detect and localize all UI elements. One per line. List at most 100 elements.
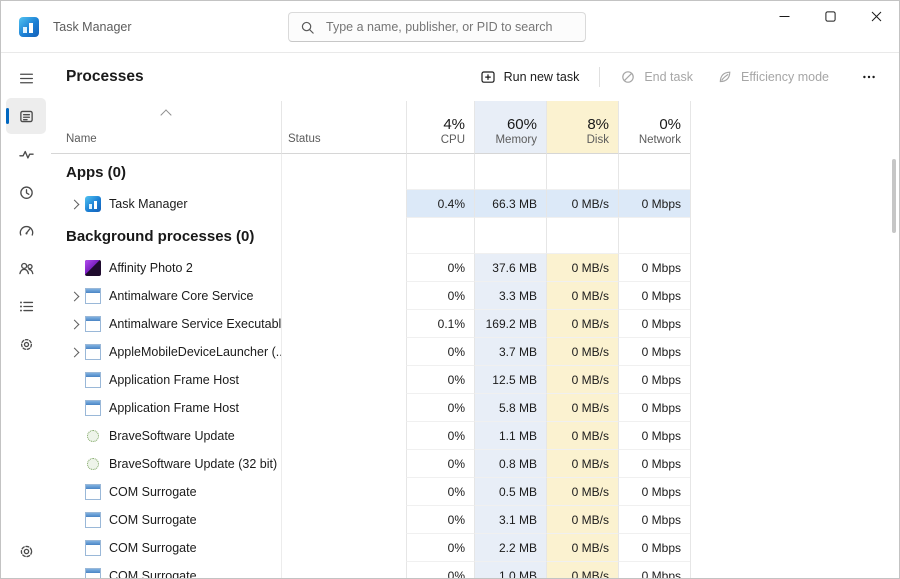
filler-cell	[690, 422, 899, 450]
network-cell	[618, 218, 690, 254]
memory-value: 66.3 MB	[474, 190, 546, 218]
filler-cell	[690, 338, 899, 366]
sidebar-item-users[interactable]	[6, 250, 46, 286]
status-cell	[281, 310, 406, 338]
header-filler	[690, 101, 899, 154]
disk-value: 0 MB/s	[546, 366, 618, 394]
settings-icon	[18, 543, 35, 560]
expand-chevron-icon[interactable]	[69, 199, 79, 209]
services-icon	[18, 336, 35, 353]
column-header-cpu[interactable]: 4% CPU	[406, 101, 474, 154]
search-input[interactable]	[324, 19, 574, 35]
filler-cell	[690, 534, 899, 562]
cpu-value: 0%	[406, 282, 474, 310]
process-row[interactable]: AppleMobileDeviceLauncher (...0%3.7 MB0 …	[51, 338, 899, 366]
process-row[interactable]: COM Surrogate0%2.2 MB0 MB/s0 Mbps	[51, 534, 899, 562]
process-name-cell: AppleMobileDeviceLauncher (...	[51, 338, 281, 366]
sidebar-item-performance[interactable]	[6, 136, 46, 172]
column-status-label: Status	[288, 133, 321, 145]
network-cell	[618, 154, 690, 190]
memory-value: 169.2 MB	[474, 310, 546, 338]
expand-slot	[63, 201, 85, 208]
group-header-row[interactable]: Background processes (0)	[51, 218, 899, 254]
search-icon	[300, 20, 315, 35]
process-row[interactable]: COM Surrogate0%1.0 MB0 MB/s0 Mbps	[51, 562, 899, 578]
users-icon	[18, 260, 35, 277]
process-row[interactable]: Antimalware Core Service0%3.3 MB0 MB/s0 …	[51, 282, 899, 310]
titlebar: Task Manager	[1, 1, 899, 53]
process-row[interactable]: BraveSoftware Update (32 bit)0%0.8 MB0 M…	[51, 450, 899, 478]
process-name-cell: COM Surrogate	[51, 506, 281, 534]
main-content: Processes Run new task End task	[51, 53, 899, 577]
process-row[interactable]: COM Surrogate0%3.1 MB0 MB/s0 Mbps	[51, 506, 899, 534]
process-name: COM Surrogate	[109, 485, 197, 499]
disk-value: 0 MB/s	[546, 394, 618, 422]
search-box[interactable]	[288, 12, 586, 42]
process-name: COM Surrogate	[109, 569, 197, 578]
cpu-value: 0%	[406, 254, 474, 282]
sidebar-item-app-history[interactable]	[6, 174, 46, 210]
app-history-icon	[18, 184, 35, 201]
page-title: Processes	[66, 68, 144, 86]
filler-cell	[690, 450, 899, 478]
process-row[interactable]: Application Frame Host0%12.5 MB0 MB/s0 M…	[51, 366, 899, 394]
process-name-cell: Application Frame Host	[51, 394, 281, 422]
efficiency-mode-button[interactable]: Efficiency mode	[707, 63, 839, 91]
column-header-status[interactable]: Status	[281, 101, 406, 154]
status-cell	[281, 218, 406, 254]
process-row[interactable]: Antimalware Service Executable0.1%169.2 …	[51, 310, 899, 338]
process-name: COM Surrogate	[109, 513, 197, 527]
generic-app-icon	[85, 484, 101, 500]
process-name-cell: Application Frame Host	[51, 366, 281, 394]
memory-value: 0.8 MB	[474, 450, 546, 478]
cpu-value: 0%	[406, 450, 474, 478]
memory-value: 2.2 MB	[474, 534, 546, 562]
sidebar-item-processes[interactable]	[6, 98, 46, 134]
end-task-label: End task	[644, 70, 693, 84]
sidebar-item-services[interactable]	[6, 326, 46, 362]
sidebar-item-settings[interactable]	[6, 533, 46, 569]
memory-total-stat: 60%	[507, 116, 537, 133]
status-cell	[281, 534, 406, 562]
expand-chevron-icon[interactable]	[69, 319, 79, 329]
disk-cell	[546, 218, 618, 254]
process-row[interactable]: BraveSoftware Update0%1.1 MB0 MB/s0 Mbps	[51, 422, 899, 450]
column-header-network[interactable]: 0% Network	[618, 101, 690, 154]
network-value: 0 Mbps	[618, 450, 690, 478]
filler-cell	[690, 506, 899, 534]
column-disk-label: Disk	[587, 134, 609, 146]
process-name: Antimalware Service Executable	[109, 317, 281, 331]
sidebar-item-details[interactable]	[6, 288, 46, 324]
memory-value: 12.5 MB	[474, 366, 546, 394]
memory-value: 1.1 MB	[474, 422, 546, 450]
column-header-disk[interactable]: 8% Disk	[546, 101, 618, 154]
minimize-button[interactable]	[761, 1, 807, 31]
run-new-task-button[interactable]: Run new task	[470, 63, 590, 91]
column-header-name[interactable]: Name	[51, 101, 281, 154]
process-name-cell: COM Surrogate	[51, 534, 281, 562]
disk-value: 0 MB/s	[546, 338, 618, 366]
column-header-memory[interactable]: 60% Memory	[474, 101, 546, 154]
process-row[interactable]: Affinity Photo 20%37.6 MB0 MB/s0 Mbps	[51, 254, 899, 282]
maximize-button[interactable]	[807, 1, 853, 31]
close-button[interactable]	[853, 1, 899, 31]
process-row[interactable]: COM Surrogate0%0.5 MB0 MB/s0 Mbps	[51, 478, 899, 506]
sidebar-item-menu[interactable]	[6, 60, 46, 96]
process-row[interactable]: Application Frame Host0%5.8 MB0 MB/s0 Mb…	[51, 394, 899, 422]
sidebar-item-startup-apps[interactable]	[6, 212, 46, 248]
content-header: Processes Run new task End task	[51, 53, 899, 101]
process-row[interactable]: Task Manager0.4%66.3 MB0 MB/s0 Mbps	[51, 190, 899, 218]
expand-chevron-icon[interactable]	[69, 291, 79, 301]
expand-chevron-icon[interactable]	[69, 347, 79, 357]
process-name-cell: COM Surrogate	[51, 562, 281, 578]
filler-cell	[690, 478, 899, 506]
process-name: Affinity Photo 2	[109, 261, 193, 275]
end-task-button[interactable]: End task	[610, 63, 703, 91]
vertical-scrollbar[interactable]	[892, 159, 896, 233]
more-options-button[interactable]	[853, 63, 885, 91]
efficiency-mode-leaf-icon	[717, 69, 733, 85]
network-total-stat: 0%	[659, 116, 681, 133]
disk-value: 0 MB/s	[546, 190, 618, 218]
group-header-row[interactable]: Apps (0)	[51, 154, 899, 190]
group-header-label: Apps (0)	[63, 164, 126, 181]
